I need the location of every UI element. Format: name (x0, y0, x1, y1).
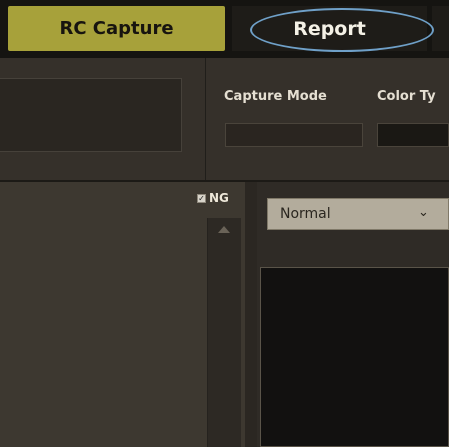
ng-label: NG (209, 191, 229, 205)
tab-report[interactable]: Report (232, 6, 427, 51)
application-window: RC Capture Report Capture Mode Color Ty … (0, 0, 449, 447)
tab-report-label: Report (293, 17, 366, 40)
chevron-down-icon: ⌄ (418, 205, 429, 220)
image-preview-area (260, 267, 449, 447)
scroll-up-icon[interactable] (218, 226, 230, 233)
panel-splitter[interactable] (245, 182, 257, 447)
view-mode-value: Normal (280, 206, 331, 222)
color-type-field[interactable] (377, 123, 449, 147)
panel-divider (205, 58, 206, 180)
ng-checkbox[interactable]: ✓ (197, 194, 206, 203)
list-scrollbar[interactable] (207, 218, 241, 447)
workspace: ✓ NG Normal ⌄ (0, 182, 449, 447)
tab-rc-capture[interactable]: RC Capture (8, 6, 225, 51)
tab-bar-overflow (432, 6, 449, 51)
view-mode-dropdown[interactable]: Normal ⌄ (267, 198, 449, 230)
tab-bar: RC Capture Report (0, 0, 449, 58)
check-icon: ✓ (198, 194, 205, 203)
results-list-panel: ✓ NG (0, 182, 245, 447)
tab-rc-capture-label: RC Capture (59, 18, 174, 39)
color-type-label: Color Ty (377, 89, 436, 104)
preview-panel: Normal ⌄ (257, 182, 449, 447)
capture-mode-field[interactable] (225, 123, 363, 147)
capture-mode-label: Capture Mode (224, 89, 327, 104)
settings-input-box[interactable] (0, 78, 182, 152)
capture-settings-panel: Capture Mode Color Ty (0, 58, 449, 182)
